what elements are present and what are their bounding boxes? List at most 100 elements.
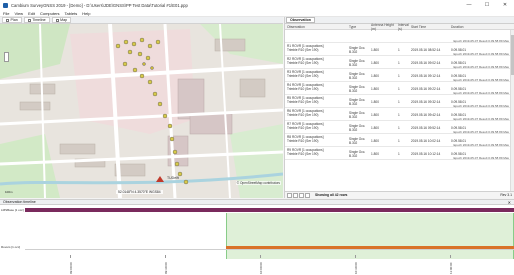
obs-interval: 1 [398,139,400,143]
row-label-base: LMSBase [1 occ] [1,208,24,212]
map-attribution[interactable]: © OpenStreetMap contributors [235,181,281,185]
menu-view[interactable]: View [14,11,23,16]
obs-antenna: 1.800 [371,61,379,65]
obs-start: 2019.05.16 08:52:14 [411,48,441,52]
list-item[interactable]: R4 ROVR [1 occupations] Trimble R10 (Ser… [285,82,511,95]
obs-start: 2019.05.16 09:32:14 [411,100,441,104]
last-page-button[interactable] [305,192,310,198]
window-controls: — ☐ ✕ [460,0,514,10]
obs-interval: 1 [398,61,400,65]
tick [165,255,166,258]
maximize-button[interactable]: ☐ [478,0,496,10]
footer-right-label: Rev 3.1 [500,193,512,197]
obs-receiver: Trimble R10 (Ser 190) [287,74,319,78]
obs-start: 2019.05.16 09:22:14 [411,87,441,91]
obs-antenna: 1.800 [371,100,379,104]
tick-label: 09:00:00 [69,262,73,274]
tab-map[interactable]: Map [51,17,72,23]
header-type[interactable]: Type [349,25,371,29]
scrollbar[interactable] [510,30,514,191]
list-item[interactable]: R6 ROVR [1 occupations] Trimble R10 (Ser… [285,108,511,121]
list-item[interactable]: Epoch 2019-05-07 Result 0.09.58 89 Max [285,30,511,43]
tick-label: 11:00:00 [449,262,453,274]
title-bar: Cambium SurveyGNSS 2019 - [Demo] - D:\Us… [0,0,514,10]
list-item[interactable]: R1 ROVR [1 occupations] Trimble R10 (Ser… [285,43,511,56]
tick-label: 10:30:00 [354,262,358,274]
row-divider [25,249,514,250]
menu-edit[interactable]: Edit [28,11,35,16]
list-item[interactable]: R9 ROVR [1 occupations] Trimble R10 (Ser… [285,147,511,160]
obs-extra: Epoch 2019-05-07 Result 0.09.58 89 Max [453,156,509,160]
obs-interval: 1 [398,100,400,104]
list-item[interactable]: R7 ROVR [1 occupations] Trimble R10 (Ser… [285,121,511,134]
list-item[interactable]: R8 ROVR [1 occupations] Trimble R10 (Ser… [285,134,511,147]
obs-start: 2019.05.16 10:02:14 [411,139,441,143]
base-occupation-bar[interactable] [25,208,514,212]
next-page-button[interactable] [299,192,304,198]
obs-receiver: Trimble R10 (Ser 190) [287,48,319,52]
tab-timeline[interactable]: Timeline [23,17,50,23]
obs-interval: 1 [398,74,400,78]
obs-start: 2019.05.16 09:42:14 [411,113,441,117]
tab-timeline-label: Timeline [32,18,46,22]
window-title: Cambium SurveyGNSS 2019 - [Demo] - D:\Us… [11,2,188,8]
list-item[interactable]: R2 ROVR [1 occupations] Trimble R10 (Ser… [285,56,511,69]
map-canvas[interactable] [0,24,283,198]
obs-receiver: Trimble R10 (Ser 190) [287,113,319,117]
row-label-rovers: Rovers [1 occ] [1,245,21,249]
obs-type: Single Occ. B.302 [349,72,366,80]
obs-antenna: 1.800 [371,87,379,91]
obs-receiver: Trimble R10 (Ser 190) [287,61,319,65]
row-count-label: Showing all 42 rows [315,193,348,197]
checkbox-icon[interactable] [27,18,31,22]
timeline-title: Observation timeline [3,200,36,204]
prev-page-button[interactable] [293,192,298,198]
map-tab-bar: Plan Timeline Map [0,17,283,24]
obs-start: 2019.05.16 09:02:14 [411,61,441,65]
obs-type: Single Occ. B.302 [349,111,366,119]
selected-range[interactable] [226,213,514,259]
tab-observation[interactable]: Observation [286,17,315,23]
tab-plan[interactable]: Plan [2,17,22,23]
tick-label: 10:00:00 [259,262,263,274]
obs-antenna: 1.800 [371,113,379,117]
coords-readout: 52.0148°N 4.3570°E WGS84 [116,190,163,194]
minimize-button[interactable]: — [460,0,478,10]
header-observation[interactable]: Observation [285,25,349,29]
list-item[interactable]: R5 ROVR [1 occupations] Trimble R10 (Ser… [285,95,511,108]
scale-label: 100m [5,190,13,194]
menu-tablets[interactable]: Tablets [65,11,78,16]
obs-start: 2019.05.16 09:12:14 [411,74,441,78]
zoom-control[interactable] [4,52,9,62]
obs-interval: 1 [398,48,400,52]
obs-type: Single Occ. B.302 [349,85,366,93]
observation-list: Epoch 2019-05-07 Result 0.09.58 89 Max R… [285,30,511,191]
observation-timeline[interactable]: LMSBase [1 occ] Rovers [1 occ] 09:00:00 … [0,205,514,275]
checkbox-icon[interactable] [55,18,59,22]
header-start-time[interactable]: Start Time [411,25,451,29]
obs-receiver: Trimble R10 (Ser 190) [287,100,319,104]
obs-receiver: Trimble R10 (Ser 190) [287,126,319,130]
menu-help[interactable]: Help [82,11,90,16]
obs-start: 2019.05.16 10:12:14 [411,152,441,156]
menu-bar: File View Edit Computers Tablets Help [0,10,514,17]
obs-antenna: 1.800 [371,139,379,143]
list-item[interactable]: R3 ROVR [1 occupations] Trimble R10 (Ser… [285,69,511,82]
obs-receiver: Trimble R10 (Ser 190) [287,139,319,143]
obs-interval: 1 [398,113,400,117]
checkbox-icon[interactable] [6,18,9,22]
obs-type: Single Occ. B.302 [349,124,366,132]
menu-file[interactable]: File [3,11,9,16]
obs-interval: 1 [398,126,400,130]
tab-map-label: Map [60,18,68,22]
obs-receiver: Trimble R10 (Ser 190) [287,152,319,156]
obs-start: 2019.05.16 09:52:14 [411,126,441,130]
close-button[interactable]: ✕ [496,0,514,10]
menu-computers[interactable]: Computers [40,11,60,16]
header-duration[interactable]: Duration [451,25,491,29]
first-page-button[interactable] [287,192,292,198]
map-view[interactable]: 100m 52.0148°N 4.3570°E WGS84 © OpenStre… [0,24,283,198]
obs-antenna: 1.800 [371,126,379,130]
tick [260,255,261,258]
obs-type: Single Occ. B.302 [349,98,366,106]
